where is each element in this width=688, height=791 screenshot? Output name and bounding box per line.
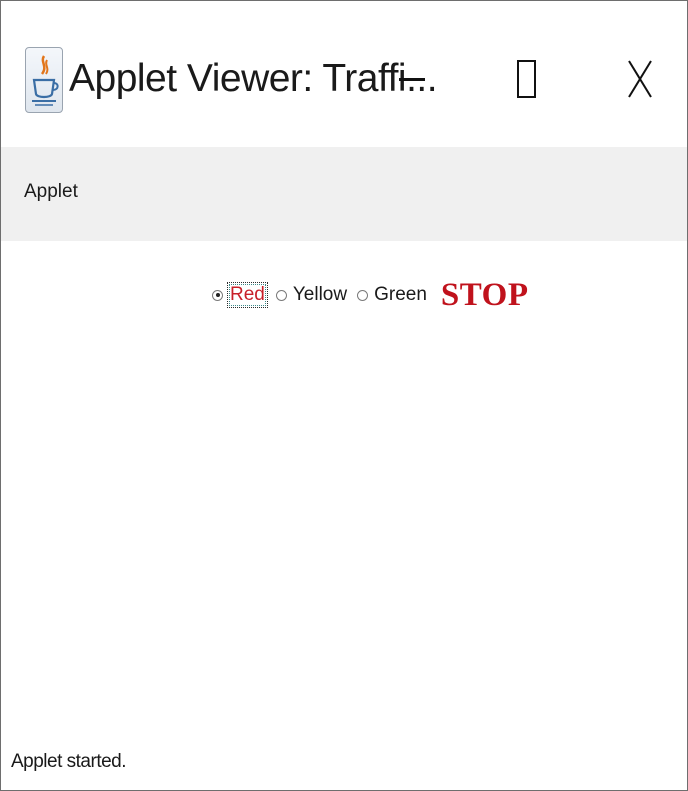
radio-button-yellow[interactable] xyxy=(275,289,287,301)
menu-item-applet[interactable]: Applet xyxy=(24,181,78,203)
radio-option-red[interactable]: Red xyxy=(212,282,268,308)
maximize-icon xyxy=(516,60,536,98)
applet-content-area: Red Yellow Green STOP xyxy=(1,241,687,741)
title-bar[interactable]: Applet Viewer: Traffi... xyxy=(1,1,687,147)
close-button[interactable] xyxy=(605,41,675,117)
maximize-button[interactable] xyxy=(491,41,561,117)
minimize-icon xyxy=(399,77,425,81)
minimize-button[interactable] xyxy=(377,41,447,117)
applet-viewer-window: Applet Viewer: Traffi... Applet Red Yell… xyxy=(0,0,688,791)
close-icon xyxy=(628,60,652,98)
radio-button-green[interactable] xyxy=(357,289,369,301)
radio-button-red[interactable] xyxy=(212,289,223,301)
radio-label-yellow[interactable]: Yellow xyxy=(291,283,349,307)
radio-option-green[interactable]: Green xyxy=(357,283,429,307)
status-bar: Applet started. xyxy=(1,741,687,790)
status-text: Applet started. xyxy=(11,751,127,772)
signal-message: STOP xyxy=(440,276,529,313)
java-coffee-cup-icon[interactable] xyxy=(25,47,63,113)
menu-bar: Applet xyxy=(1,147,687,241)
radio-label-red[interactable]: Red xyxy=(227,282,268,308)
traffic-light-radio-group: Red Yellow Green STOP xyxy=(212,275,529,315)
radio-option-yellow[interactable]: Yellow xyxy=(275,283,349,307)
radio-label-green[interactable]: Green xyxy=(372,283,429,307)
